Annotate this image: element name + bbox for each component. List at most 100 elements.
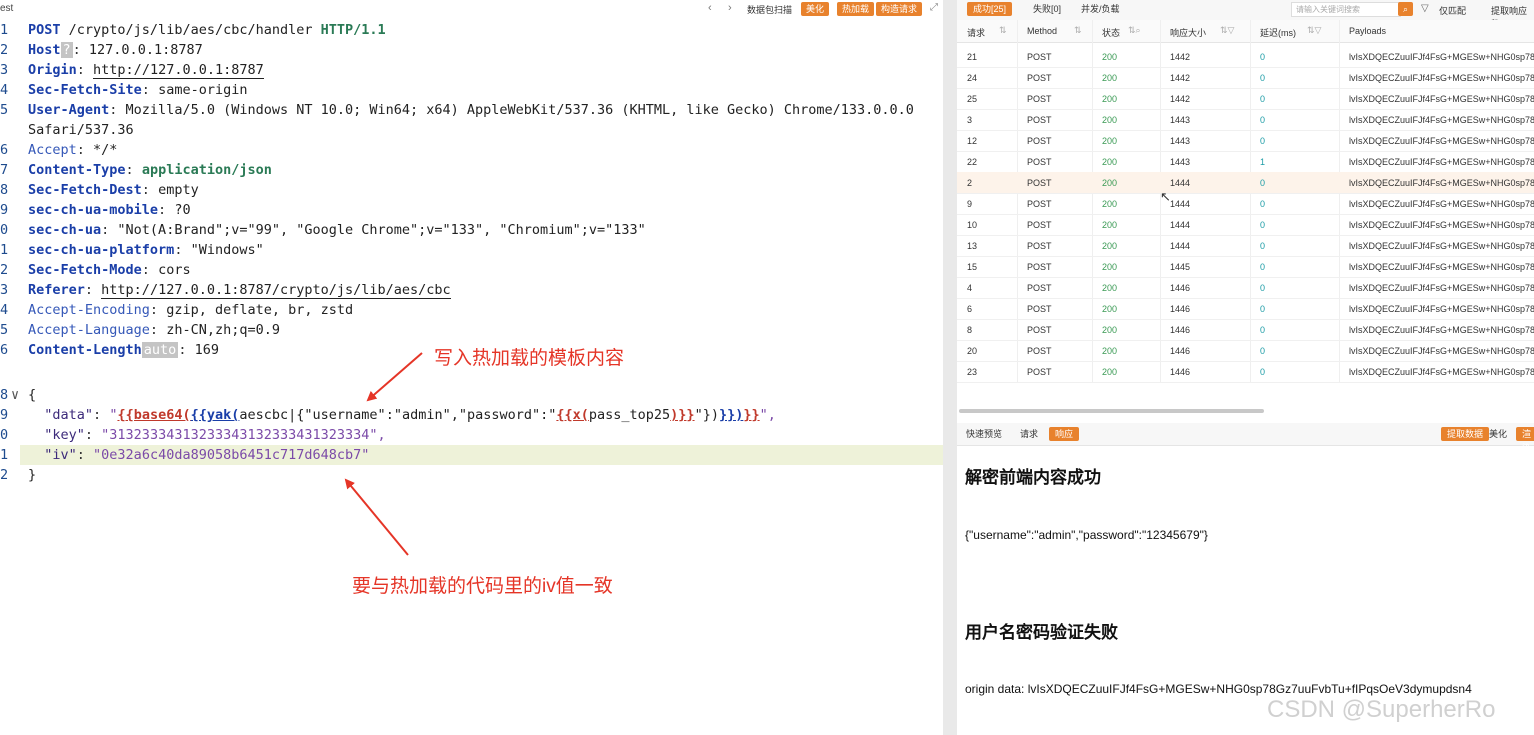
header-name: Accept-Language: [28, 322, 150, 338]
tab-response[interactable]: 响应: [1049, 427, 1080, 441]
header-value-link[interactable]: http://127.0.0.1:8787/crypto/js/lib/aes/…: [101, 282, 451, 299]
cell-payload: lvIsXDQECZuuIFJf4FsG+MGESw+NHG0sp78Gz: [1349, 367, 1534, 377]
table-row[interactable]: 21 POST 200 1442 0 lvIsXDQECZuuIFJf4FsG+MGESw…: [957, 46, 1534, 68]
search-icon[interactable]: ⌕: [1398, 2, 1413, 16]
template-tag: }}): [718, 407, 744, 423]
cell-payload: lvIsXDQECZuuIFJf4FsG+MGESw+NHG0sp78Gz: [1349, 346, 1534, 356]
beautify-toggle[interactable]: 美化: [1483, 427, 1513, 441]
table-row[interactable]: 3 POST 200 1443 0 lvIsXDQECZuuIFJf4FsG+MGESw+…: [957, 109, 1534, 131]
fold-chevron-icon[interactable]: ∨: [11, 385, 25, 405]
col-method[interactable]: Method: [1027, 26, 1057, 36]
cell-request-id: 10: [967, 220, 978, 230]
sort-icon[interactable]: ⇅: [1074, 25, 1082, 36]
body-line-key: "key": "31323334313233343132333431323334…: [44, 427, 386, 443]
construct-request-button[interactable]: 构造请求: [876, 2, 923, 16]
cell-size: 1446: [1170, 304, 1191, 314]
render-button[interactable]: 渲染: [1516, 427, 1534, 453]
tab-concurrent[interactable]: 并发/负载: [1075, 2, 1126, 16]
template-content: aescbc|{"username":"admin","password":": [239, 407, 557, 423]
header-sec-fetch-dest: Sec-Fetch-Dest: empty: [28, 182, 199, 198]
cell-method: POST: [1027, 346, 1052, 356]
editor-title: est: [0, 3, 14, 14]
hotload-button[interactable]: 热加载: [837, 2, 875, 16]
cell-method: POST: [1027, 241, 1052, 251]
json-key: "data": [44, 407, 94, 423]
table-row[interactable]: 13 POST 200 1444 0 lvIsXDQECZuuIFJf4FsG+MGESw…: [957, 235, 1534, 257]
extract-data-button[interactable]: 提取数据: [1441, 427, 1490, 441]
table-row[interactable]: 20 POST 200 1446 0 lvIsXDQECZuuIFJf4FsG+MGESw…: [957, 340, 1534, 362]
cell-status: 200: [1102, 73, 1118, 83]
body-open-brace: {: [28, 385, 36, 405]
header-user-agent-cont: Safari/537.36: [28, 120, 134, 140]
cell-delay: 0: [1260, 241, 1266, 251]
table-row[interactable]: 15 POST 200 1445 0 lvIsXDQECZuuIFJf4FsG+MGESw…: [957, 256, 1534, 278]
table-row[interactable]: 8 POST 200 1446 0 lvIsXDQECZuuIFJf4FsG+MGESw+…: [957, 319, 1534, 341]
cell-status: 200: [1102, 199, 1118, 209]
table-row[interactable]: 24 POST 200 1442 0 lvIsXDQECZuuIFJf4FsG+MGESw…: [957, 67, 1534, 89]
body-line-data: "data": "{{base64({{yak(aescbc|{"usernam…: [44, 407, 776, 423]
col-request[interactable]: 请求: [967, 26, 985, 39]
sort-filter-icon[interactable]: ⇅⌕: [1128, 25, 1141, 36]
cell-size: 1443: [1170, 136, 1191, 146]
sort-icon[interactable]: ⇅: [999, 25, 1007, 36]
header-badge[interactable]: auto: [141, 342, 179, 358]
col-status[interactable]: 状态: [1102, 26, 1120, 39]
results-panel: 成功[25] 失败[0] 并发/负载 请输入关键词搜索 ⌕ ▽ 仅匹配 提取响应…: [957, 0, 1534, 735]
line-number: 6: [0, 142, 9, 158]
only-match-toggle[interactable]: 仅匹配: [1439, 4, 1466, 17]
table-row[interactable]: 10 POST 200 1444 0 lvIsXDQECZuuIFJf4FsG+MGESw…: [957, 214, 1534, 236]
chevron-right-icon[interactable]: ›: [728, 2, 732, 14]
cell-method: POST: [1027, 262, 1052, 272]
tab-quick-preview[interactable]: 快速预览: [960, 427, 1008, 441]
filter-icon[interactable]: ▽: [1421, 3, 1429, 14]
cell-method: POST: [1027, 283, 1052, 293]
tab-request[interactable]: 请求: [1014, 427, 1044, 441]
cell-size: 1444: [1170, 241, 1191, 251]
table-row[interactable]: 25 POST 200 1442 0 lvIsXDQECZuuIFJf4FsG+MGESw…: [957, 88, 1534, 110]
cell-payload: lvIsXDQECZuuIFJf4FsG+MGESw+NHG0sp78Gz: [1349, 115, 1534, 125]
table-row[interactable]: 9 POST 200 1444 0 lvIsXDQECZuuIFJf4FsG+MGESw+…: [957, 193, 1534, 215]
header-name: Referer: [28, 282, 85, 298]
tab-success[interactable]: 成功[25]: [967, 2, 1013, 16]
sort-filter-icon[interactable]: ⇅▽: [1307, 25, 1321, 36]
table-row[interactable]: 4 POST 200 1446 0 lvIsXDQECZuuIFJf4FsG+MGESw+…: [957, 277, 1534, 299]
beautify-button[interactable]: 美化: [801, 2, 830, 16]
table-row[interactable]: 12 POST 200 1443 0 lvIsXDQECZuuIFJf4FsG+MGESw…: [957, 130, 1534, 152]
cell-status: 200: [1102, 283, 1118, 293]
col-payloads[interactable]: Payloads: [1349, 26, 1386, 36]
preview-heading-fail: 用户名密码验证失败: [965, 623, 1118, 642]
sort-filter-icon[interactable]: ⇅▽: [1220, 25, 1234, 36]
panel-splitter[interactable]: [943, 0, 957, 735]
cell-method: POST: [1027, 367, 1052, 377]
watermark: CSDN @SuperherRo: [1267, 696, 1496, 723]
template-tag: {{yak(: [190, 407, 240, 423]
table-row[interactable]: 23 POST 200 1446 0 lvIsXDQECZuuIFJf4FsG+MGESw…: [957, 361, 1534, 383]
col-size[interactable]: 响应大小: [1170, 26, 1206, 39]
table-row[interactable]: 6 POST 200 1446 0 lvIsXDQECZuuIFJf4FsG+MGESw+…: [957, 298, 1534, 320]
editor-toolbar: est ‹ › 数据包扫描 美化 热加载 构造请求 ⤢: [0, 0, 950, 20]
cell-delay: 0: [1260, 199, 1266, 209]
cell-request-id: 24: [967, 73, 978, 83]
line-number: 3: [0, 62, 9, 78]
request-path: /crypto/js/lib/aes/cbc/handler: [68, 22, 313, 38]
header-value-link[interactable]: http://127.0.0.1:8787: [93, 62, 264, 79]
table-row[interactable]: 22 POST 200 1443 1 lvIsXDQECZuuIFJf4FsG+MGESw…: [957, 151, 1534, 173]
cell-method: POST: [1027, 136, 1052, 146]
chevron-left-icon[interactable]: ‹: [708, 2, 712, 14]
template-content: pass_top25: [588, 407, 671, 423]
horizontal-scrollbar[interactable]: [959, 409, 1264, 413]
header-value: application/json: [141, 162, 272, 178]
cell-delay: 0: [1260, 94, 1266, 104]
col-delay[interactable]: 延迟(ms): [1260, 26, 1296, 39]
cell-payload: lvIsXDQECZuuIFJf4FsG+MGESw+NHG0sp78Gz: [1349, 157, 1534, 167]
expand-icon[interactable]: ⤢: [930, 2, 938, 13]
body-line-iv: "iv": "0e32a6c40da89058b6451c717d648cb7": [44, 447, 370, 463]
table-row[interactable]: 2 POST 200 1444 0 lvIsXDQECZuuIFJf4FsG+MGESw+…: [957, 172, 1534, 194]
preview-json-text: {"username":"admin","password":"12345679…: [965, 528, 1208, 542]
search-input[interactable]: 请输入关键词搜索: [1291, 2, 1401, 17]
header-name: Sec-Fetch-Site: [28, 82, 142, 98]
packet-scan-button[interactable]: 数据包扫描: [747, 3, 792, 16]
tab-fail[interactable]: 失败[0]: [1027, 2, 1067, 16]
cell-status: 200: [1102, 220, 1118, 230]
header-badge[interactable]: ?: [60, 42, 73, 58]
